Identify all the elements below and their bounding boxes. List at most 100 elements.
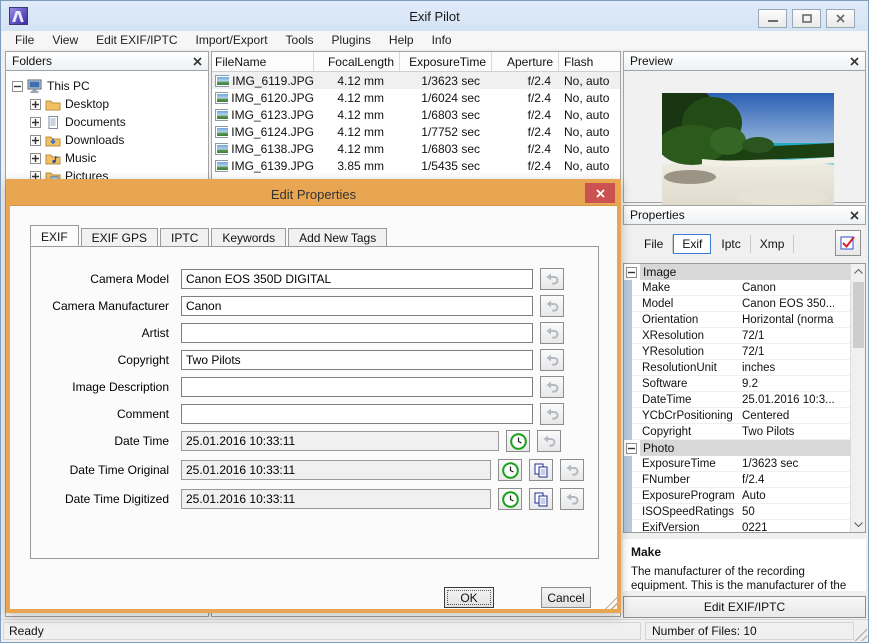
menu-help[interactable]: Help: [380, 32, 423, 48]
camera-model-input[interactable]: [181, 269, 533, 289]
close-icon[interactable]: [850, 210, 859, 220]
tab-keywords[interactable]: Keywords: [211, 228, 287, 246]
property-row[interactable]: Make Canon: [632, 280, 850, 296]
menu-info[interactable]: Info: [423, 32, 461, 48]
tab-file[interactable]: File: [635, 235, 674, 253]
preview-panel: Preview: [623, 51, 866, 213]
column-exposuretime[interactable]: ExposureTime: [400, 52, 492, 71]
property-row[interactable]: XResolution 72/1: [632, 328, 850, 344]
tab-iptc[interactable]: Iptc: [712, 235, 751, 253]
undo-button[interactable]: [540, 295, 564, 317]
ok-button[interactable]: OK: [444, 587, 494, 608]
copyright-input[interactable]: [181, 350, 533, 370]
collapse-icon[interactable]: [12, 80, 23, 92]
date-time-digitized-input[interactable]: [181, 489, 491, 509]
dialog-close-button[interactable]: [585, 183, 615, 203]
scroll-down-icon[interactable]: [851, 517, 865, 532]
select-tags-button[interactable]: [835, 230, 861, 256]
property-row[interactable]: DateTime 25.01.2016 10:3...: [632, 392, 850, 408]
tree-item-this-pc[interactable]: This PC: [6, 77, 208, 95]
menu-import-export[interactable]: Import/Export: [187, 32, 277, 48]
tree-item-documents[interactable]: Documents: [6, 113, 208, 131]
menu-file[interactable]: File: [6, 32, 43, 48]
close-icon[interactable]: [850, 56, 859, 66]
property-row[interactable]: ISOSpeedRatings 50: [632, 504, 850, 520]
undo-button[interactable]: [560, 488, 584, 510]
file-row[interactable]: IMG_6139.JPG 3.85 mm 1/5435 sec f/2.4 No…: [212, 157, 620, 174]
property-row[interactable]: Model Canon EOS 350...: [632, 296, 850, 312]
expand-icon[interactable]: [30, 134, 41, 146]
computer-icon: [27, 79, 42, 93]
group-header-photo[interactable]: Photo: [624, 440, 850, 456]
property-row[interactable]: ResolutionUnit inches: [632, 360, 850, 376]
tab-exif[interactable]: Exif: [673, 234, 712, 254]
property-row[interactable]: Copyright Two Pilots: [632, 424, 850, 440]
undo-button[interactable]: [540, 376, 564, 398]
tab-iptc[interactable]: IPTC: [160, 228, 210, 246]
set-date-button[interactable]: [498, 488, 522, 510]
comment-input[interactable]: [181, 404, 533, 424]
set-date-button[interactable]: [506, 430, 530, 452]
property-row[interactable]: YResolution 72/1: [632, 344, 850, 360]
menu-edit-exif-iptc[interactable]: Edit EXIF/IPTC: [87, 32, 186, 48]
date-time-input[interactable]: [181, 431, 499, 451]
camera-manufacturer-input[interactable]: [181, 296, 533, 316]
group-header-image[interactable]: Image: [624, 264, 850, 280]
tree-item-desktop[interactable]: Desktop: [6, 95, 208, 113]
cancel-button[interactable]: Cancel: [541, 587, 591, 608]
undo-button[interactable]: [537, 430, 561, 452]
expand-icon[interactable]: [30, 98, 41, 110]
edit-exif-iptc-button[interactable]: Edit EXIF/IPTC: [623, 596, 866, 618]
scrollbar-thumb[interactable]: [853, 282, 864, 348]
column-filename[interactable]: FileName: [212, 52, 314, 71]
collapse-icon[interactable]: [626, 266, 637, 278]
resize-grip[interactable]: [854, 628, 867, 641]
menu-tools[interactable]: Tools: [277, 32, 323, 48]
scrollbar[interactable]: [850, 264, 865, 532]
scroll-up-icon[interactable]: [851, 264, 865, 279]
property-row[interactable]: Orientation Horizontal (normal): [632, 312, 850, 328]
copy-date-button[interactable]: [529, 459, 553, 481]
artist-input[interactable]: [181, 323, 533, 343]
tab-exif-gps[interactable]: EXIF GPS: [80, 228, 159, 246]
column-aperture[interactable]: Aperture: [492, 52, 559, 71]
file-row[interactable]: IMG_6124.JPG 4.12 mm 1/7752 sec f/2.4 No…: [212, 123, 620, 140]
tree-item-downloads[interactable]: Downloads: [6, 131, 208, 149]
maximize-button[interactable]: [792, 9, 821, 28]
tab-xmp[interactable]: Xmp: [751, 235, 795, 253]
checklist-icon: [840, 236, 855, 250]
minimize-button[interactable]: [758, 9, 787, 28]
property-row[interactable]: YCbCrPositioning Centered: [632, 408, 850, 424]
tab-exif[interactable]: EXIF: [30, 225, 79, 246]
expand-icon[interactable]: [30, 152, 41, 164]
undo-button[interactable]: [540, 349, 564, 371]
date-time-original-input[interactable]: [181, 460, 491, 480]
property-row[interactable]: Software 9.2: [632, 376, 850, 392]
column-flash[interactable]: Flash: [559, 52, 619, 71]
undo-button[interactable]: [540, 268, 564, 290]
file-row[interactable]: IMG_6119.JPG 4.12 mm 1/3623 sec f/2.4 No…: [212, 72, 620, 89]
undo-button[interactable]: [540, 322, 564, 344]
image-description-input[interactable]: [181, 377, 533, 397]
set-date-button[interactable]: [498, 459, 522, 481]
undo-button[interactable]: [560, 459, 584, 481]
property-row[interactable]: ExposureTime 1/3623 sec: [632, 456, 850, 472]
menu-view[interactable]: View: [43, 32, 87, 48]
expand-icon[interactable]: [30, 116, 41, 128]
close-button[interactable]: [826, 9, 855, 28]
property-row[interactable]: FNumber f/2.4: [632, 472, 850, 488]
preview-image[interactable]: [662, 93, 834, 213]
menu-plugins[interactable]: Plugins: [323, 32, 380, 48]
close-icon[interactable]: [193, 56, 202, 66]
tree-item-music[interactable]: Music: [6, 149, 208, 167]
tab-add-new-tags[interactable]: Add New Tags: [288, 228, 388, 246]
property-row[interactable]: ExposureProgram Auto: [632, 488, 850, 504]
undo-button[interactable]: [540, 403, 564, 425]
file-row[interactable]: IMG_6138.JPG 4.12 mm 1/6803 sec f/2.4 No…: [212, 140, 620, 157]
file-row[interactable]: IMG_6123.JPG 4.12 mm 1/6803 sec f/2.4 No…: [212, 106, 620, 123]
collapse-icon[interactable]: [626, 442, 637, 454]
property-row[interactable]: ExifVersion 0221: [632, 520, 850, 533]
copy-date-button[interactable]: [529, 488, 553, 510]
file-row[interactable]: IMG_6120.JPG 4.12 mm 1/6024 sec f/2.4 No…: [212, 89, 620, 106]
column-focallength[interactable]: FocalLength: [314, 52, 400, 71]
